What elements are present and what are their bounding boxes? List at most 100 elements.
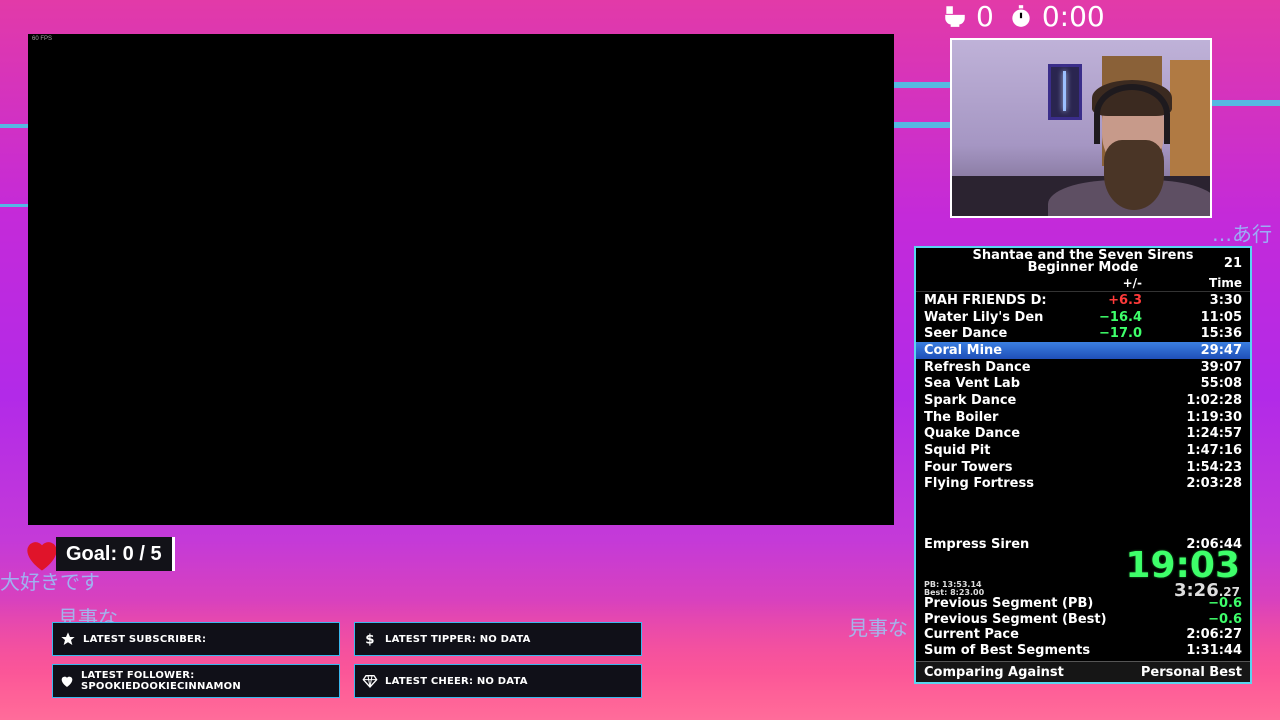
split-time: 29:47 [1200, 342, 1242, 358]
dollar-icon: $ [365, 633, 374, 647]
pb-best-labels: PB: 13:53.14 Best: 8:23.00 [924, 581, 984, 597]
split-name: Sea Vent Lab [924, 376, 1021, 392]
stat-label: Previous Segment (Best) [924, 611, 1107, 627]
time-column-header: Time [1209, 276, 1242, 290]
toilet-icon [945, 6, 965, 27]
latest-cheer-text: LATEST CHEER: NO DATA [385, 675, 528, 687]
split-name: Coral Mine [924, 342, 1003, 358]
split-row: Squid Pit 1:47:16 [916, 442, 1250, 459]
split-time: 1:24:57 [1186, 426, 1242, 442]
split-time: 1:54:23 [1186, 459, 1242, 475]
split-row: Sea Vent Lab 55:08 [916, 375, 1250, 392]
background-stripe [894, 122, 954, 128]
livesplit-panel: Shantae and the Seven Sirens Beginner Mo… [914, 246, 1252, 684]
latest-subscriber-text: LATEST SUBSCRIBER: [83, 633, 207, 645]
attempt-count: 21 [1223, 256, 1242, 271]
splits-column-headers: +/- Time [916, 274, 1250, 292]
death-count: 0 [976, 0, 994, 33]
comparing-label: Comparing Against [924, 664, 1064, 680]
stat-row: Current Pace 2:06:27 [916, 627, 1250, 643]
stat-label: Current Pace [924, 627, 1019, 643]
split-time: 3:30 [1209, 292, 1242, 308]
split-time: 1:47:16 [1186, 443, 1242, 459]
timer-value: 0:00 [1041, 0, 1105, 33]
background-stripe [1212, 100, 1280, 106]
heart-icon [61, 676, 73, 687]
game-capture: 60 FPS [28, 34, 894, 525]
goal-widget: Goal: 0 / 5 [20, 532, 175, 576]
stat-value: −0.6 [1208, 596, 1242, 612]
split-time: 39:07 [1200, 359, 1242, 375]
split-delta: +6.3 [1108, 292, 1142, 308]
split-row: Refresh Dance 39:07 [916, 359, 1250, 376]
split-name: Water Lily's Den [924, 309, 1044, 325]
star-icon [61, 632, 75, 645]
top-counters: 0 0:00 [942, 0, 1105, 33]
split-time: 1:02:28 [1186, 392, 1242, 408]
diamond-icon [362, 675, 378, 688]
split-name: The Boiler [924, 409, 999, 425]
split-name: Refresh Dance [924, 359, 1031, 375]
latest-subscriber-box: LATEST SUBSCRIBER: [52, 622, 340, 656]
split-time: 11:05 [1200, 309, 1242, 325]
goal-text: Goal: 0 / 5 [56, 537, 175, 571]
split-name: Empress Siren [924, 536, 1030, 552]
comparison-footer: Comparing Against Personal Best [916, 661, 1250, 682]
split-time: 55:08 [1200, 376, 1242, 392]
background-stripe [894, 82, 954, 88]
background-stripe [0, 124, 28, 128]
splits-title: Shantae and the Seven Sirens Beginner Mo… [916, 248, 1250, 274]
timer-counter: 0:00 [1008, 0, 1105, 33]
latest-follower-text: LATEST FOLLOWER: SPOOKIEDOOKIECINNAMON [80, 670, 241, 692]
split-time: 15:36 [1200, 326, 1242, 342]
stat-value: 1:31:44 [1186, 642, 1242, 658]
svg-text:$: $ [365, 633, 374, 647]
split-row: Quake Dance 1:24:57 [916, 426, 1250, 443]
stat-row: Previous Segment (Best) −0.6 [916, 612, 1250, 628]
split-time: 2:03:28 [1186, 476, 1242, 492]
split-row: Four Towers 1:54:23 [916, 459, 1250, 476]
fps-label: 60 FPS [32, 36, 53, 42]
split-row: Coral Mine 29:47 [916, 342, 1250, 359]
webcam-feed [950, 38, 1212, 218]
stopwatch-icon [1012, 5, 1030, 27]
latest-tipper-box: $ LATEST TIPPER: NO DATA [354, 622, 642, 656]
stat-row: Sum of Best Segments 1:31:44 [916, 643, 1250, 659]
split-name: Quake Dance [924, 426, 1021, 442]
split-name: Flying Fortress [924, 476, 1034, 492]
stat-value: −0.6 [1208, 611, 1242, 627]
comparison-name: Personal Best [1140, 664, 1242, 680]
split-name: MAH FRIENDS D: [924, 292, 1047, 308]
latest-cheer-box: LATEST CHEER: NO DATA [354, 664, 642, 698]
split-name: Squid Pit [924, 443, 991, 459]
splits-category: Beginner Mode [1027, 260, 1139, 275]
split-row: MAH FRIENDS D: +6.3 3:30 [916, 292, 1250, 309]
split-delta: −16.4 [1099, 309, 1142, 325]
webcam-neon-sign [1048, 64, 1082, 120]
background-japanese-text: 見事な [848, 616, 908, 640]
split-row: Spark Dance 1:02:28 [916, 392, 1250, 409]
split-name: Four Towers [924, 459, 1013, 475]
split-row: The Boiler 1:19:30 [916, 409, 1250, 426]
stat-label: Previous Segment (PB) [924, 596, 1094, 612]
background-stripe [0, 204, 28, 207]
split-name: Seer Dance [924, 326, 1008, 342]
latest-tipper-text: LATEST TIPPER: NO DATA [385, 633, 531, 645]
split-time: 1:19:30 [1186, 409, 1242, 425]
death-counter: 0 [942, 0, 994, 33]
stat-label: Sum of Best Segments [924, 642, 1091, 658]
split-name: Spark Dance [924, 392, 1017, 408]
webcam-person-beard [1104, 140, 1164, 210]
split-row: Flying Fortress 2:03:28 [916, 476, 1250, 493]
split-row: Water Lily's Den −16.4 11:05 [916, 309, 1250, 326]
stat-row: Previous Segment (PB) −0.6 [916, 596, 1250, 612]
split-list: MAH FRIENDS D: +6.3 3:30 Water Lily's Den −1… [916, 292, 1250, 492]
split-delta: −17.0 [1099, 326, 1142, 342]
latest-follower-box: LATEST FOLLOWER: SPOOKIEDOOKIECINNAMON [52, 664, 340, 698]
stat-value: 2:06:27 [1186, 627, 1242, 643]
delta-column-header: +/- [1122, 276, 1142, 290]
main-timer: 19:03 [1125, 545, 1240, 586]
split-row: Seer Dance −17.0 15:36 [916, 325, 1250, 342]
splits-stats: Previous Segment (PB) −0.6 Previous Segmen… [916, 596, 1250, 658]
webcam-headset [1094, 84, 1170, 144]
